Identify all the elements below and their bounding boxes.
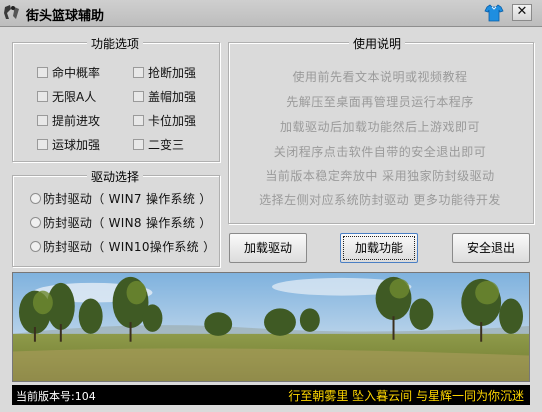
checkbox-two-to-three[interactable]: 二变三: [133, 136, 184, 153]
checkbox-hit-rate[interactable]: 命中概率: [37, 64, 100, 81]
radio-dot[interactable]: [30, 193, 41, 204]
instruction-line: 选择左侧对应系统防封驱动 更多功能待开发: [259, 193, 501, 207]
app-icon: [4, 5, 19, 19]
checkbox-label: 无限A人: [52, 90, 97, 104]
checkbox-unlimited-a[interactable]: 无限A人: [37, 88, 96, 105]
instruction-line: 当前版本稳定奔放中 采用独家防封级驱动: [265, 169, 495, 183]
features-group-title: 功能选项: [87, 35, 144, 52]
radio-win7[interactable]: 防封驱动（ WIN7 操作系统 ）: [30, 190, 212, 207]
checkbox-dribble[interactable]: 运球加强: [37, 136, 100, 153]
instruction-line: 先解压至桌面再管理员运行本程序: [286, 95, 474, 109]
checkbox-early-attack[interactable]: 提前进攻: [37, 112, 100, 129]
checkbox-label: 卡位加强: [148, 114, 197, 128]
instruction-line: 加载驱动后加载功能然后上游戏即可: [279, 120, 480, 134]
radio-dot[interactable]: [30, 217, 41, 228]
checkbox-steal[interactable]: 抢断加强: [133, 64, 196, 81]
close-icon: ✕: [516, 4, 528, 19]
checkbox-label: 运球加强: [52, 138, 101, 152]
checkbox-box[interactable]: [133, 91, 144, 102]
checkbox-label: 命中概率: [52, 66, 101, 80]
radio-win8[interactable]: 防封驱动（ WIN8 操作系统 ）: [30, 214, 212, 231]
window-title: 街头篮球辅助: [26, 9, 105, 24]
checkbox-label: 抢断加强: [148, 66, 197, 80]
close-button[interactable]: ✕: [512, 4, 532, 21]
status-bar: 当前版本号:104 行至朝雾里 坠入暮云间 与星辉一同为你沉迷: [12, 385, 530, 405]
radio-win10[interactable]: 防封驱动（ WIN10操作系统 ）: [30, 238, 215, 255]
radio-label: 防封驱动（ WIN8 操作系统 ）: [43, 216, 212, 230]
checkbox-box[interactable]: [133, 67, 144, 78]
checkbox-boxout[interactable]: 卡位加强: [133, 112, 196, 129]
radio-dot[interactable]: [30, 241, 41, 252]
title-bar: 街头篮球辅助 ✕: [0, 0, 542, 27]
radio-label: 防封驱动（ WIN7 操作系统 ）: [43, 192, 212, 206]
checkbox-label: 盖帽加强: [148, 90, 197, 104]
checkbox-box[interactable]: [37, 115, 48, 126]
load-features-button[interactable]: 加载功能: [340, 233, 418, 263]
instruction-line: 使用前先看文本说明或视频教程: [292, 70, 468, 84]
driver-group-title: 驱动选择: [87, 168, 144, 185]
load-driver-button[interactable]: 加载驱动: [229, 233, 307, 263]
checkbox-block[interactable]: 盖帽加强: [133, 88, 196, 105]
game-banner-image: [12, 272, 530, 382]
checkbox-label: 提前进攻: [52, 114, 101, 128]
skin-icon[interactable]: [484, 3, 504, 23]
instruction-line: 关闭程序点击软件自带的安全退出即可: [273, 145, 487, 159]
checkbox-box[interactable]: [37, 91, 48, 102]
poem-text: 行至朝雾里 坠入暮云间 与星辉一同为你沉迷: [288, 389, 524, 403]
checkbox-box[interactable]: [37, 67, 48, 78]
version-label: 当前版本号:104: [16, 390, 96, 403]
checkbox-box[interactable]: [133, 115, 144, 126]
checkbox-box[interactable]: [37, 139, 48, 150]
safe-exit-button[interactable]: 安全退出: [452, 233, 530, 263]
checkbox-box[interactable]: [133, 139, 144, 150]
radio-label: 防封驱动（ WIN10操作系统 ）: [43, 240, 216, 254]
instructions-group-title: 使用说明: [349, 35, 406, 52]
checkbox-label: 二变三: [148, 138, 185, 152]
